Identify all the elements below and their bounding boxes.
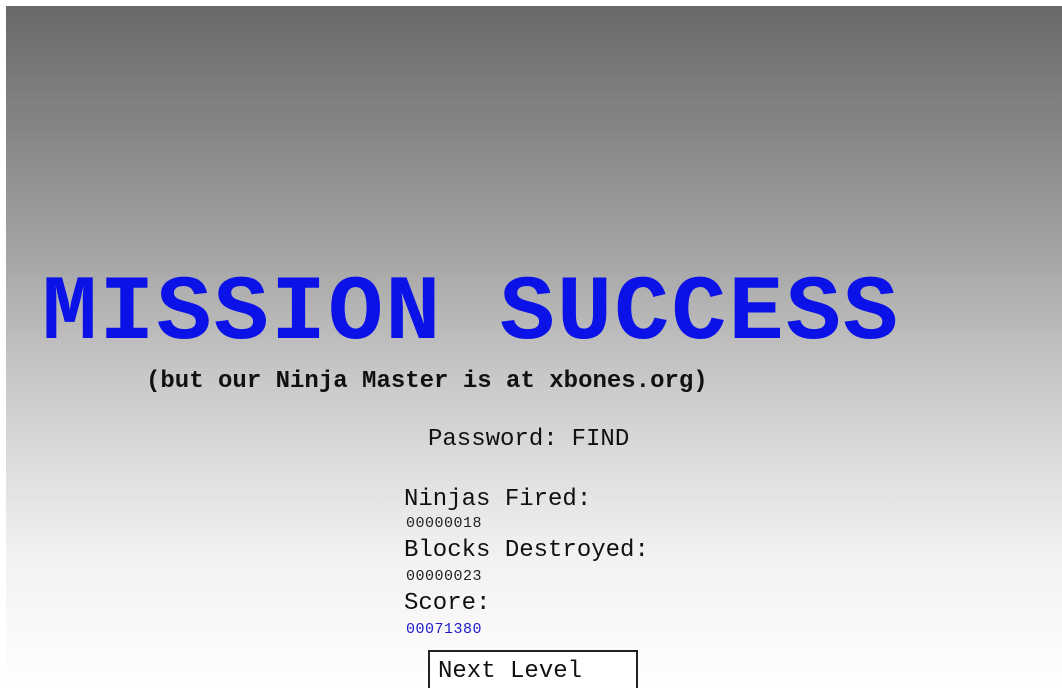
blocks-destroyed-value: 00000023 xyxy=(406,568,483,585)
blocks-destroyed-label: Blocks Destroyed: xyxy=(404,537,649,564)
password-value: FIND xyxy=(571,426,630,453)
mission-title: MISSION SUCCESS xyxy=(42,261,901,366)
ninjas-fired-value: 00000018 xyxy=(406,515,483,532)
password-display: Password: FIND xyxy=(428,426,629,453)
next-level-button[interactable]: Next Level xyxy=(428,650,638,688)
password-label: Password: xyxy=(428,426,558,453)
game-screen: MISSION SUCCESS (but our Ninja Master is… xyxy=(6,6,1062,688)
score-label: Score: xyxy=(404,590,491,617)
ninjas-fired-label: Ninjas Fired: xyxy=(404,486,592,513)
score-value: 00071380 xyxy=(406,621,483,638)
subtitle-link-text: (but our Ninja Master is at xbones.org) xyxy=(146,368,708,395)
